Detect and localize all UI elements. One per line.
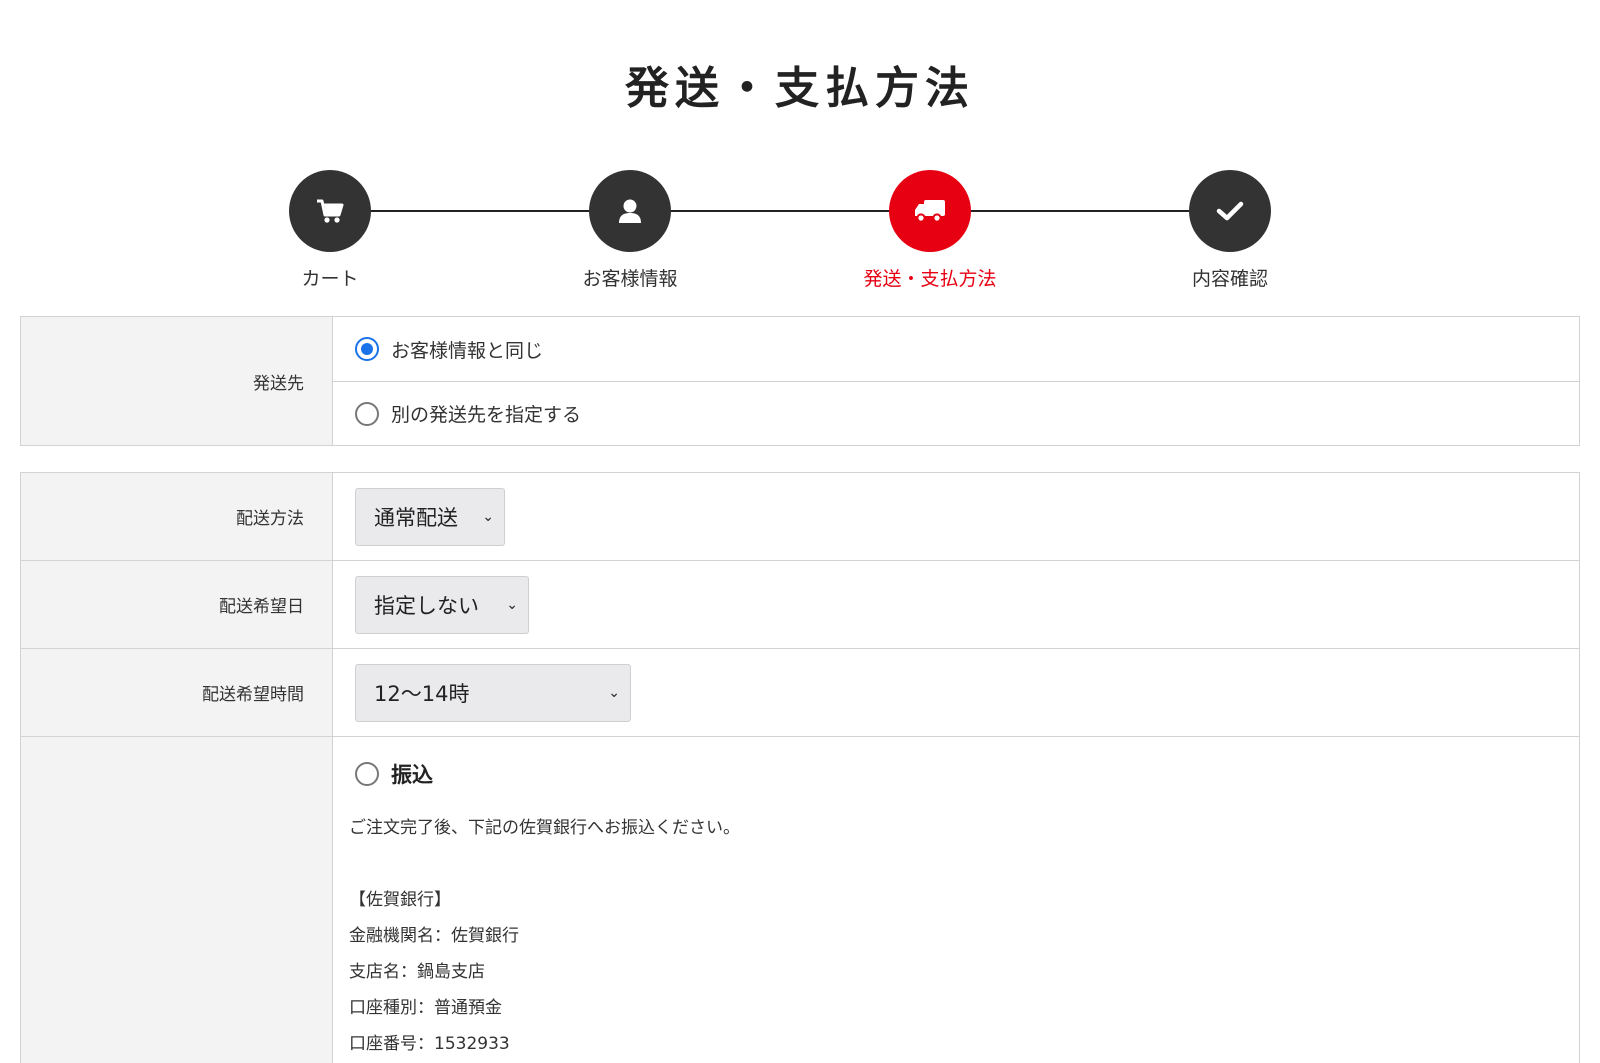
steps-connector-line xyxy=(338,210,1262,212)
destination-same-label: お客様情報と同じ xyxy=(391,339,544,362)
destination-other-option[interactable]: 別の発送先を指定する xyxy=(333,381,1579,445)
payment-options: 振込 ご注文完了後、下記の佐賀銀行へお振込ください。 【佐賀銀行】 金融機関名：… xyxy=(333,737,1579,1063)
step-customer-label: お客様情報 xyxy=(582,268,678,290)
delivery-method-select[interactable]: 通常配送 ⌄ xyxy=(355,487,505,546)
payment-transfer-option[interactable]: 振込 xyxy=(349,759,1579,789)
payment-description: ご注文完了後、下記の佐賀銀行へお振込ください。 xyxy=(349,818,740,838)
page-title: 発送・支払方法 xyxy=(625,63,975,114)
checkout-steps: カート お客様情報 発送・支払方法 内容確認 xyxy=(0,170,1600,290)
step-shipping-label: 発送・支払方法 xyxy=(863,268,997,290)
payment-row: 振込 ご注文完了後、下記の佐賀銀行へお振込ください。 【佐賀銀行】 金融機関名：… xyxy=(21,737,1579,1063)
step-shipping-circle xyxy=(889,170,971,252)
shipping-destination-table: 発送先 お客様情報と同じ 別の発送先を指定する xyxy=(20,316,1580,446)
shipping-destination-label: 発送先 xyxy=(21,317,333,445)
payment-label-cell xyxy=(21,737,333,1063)
destination-other-radio[interactable] xyxy=(355,401,379,426)
delivery-method-label: 配送方法 xyxy=(21,473,333,560)
step-customer-info: お客様情報 xyxy=(540,170,720,291)
user-icon xyxy=(619,199,641,223)
delivery-date-label: 配送希望日 xyxy=(21,561,333,648)
step-cart: カート xyxy=(240,170,420,291)
shipping-destination-row: 発送先 お客様情報と同じ 別の発送先を指定する xyxy=(21,317,1579,445)
chevron-down-icon: ⌄ xyxy=(482,508,494,525)
delivery-time-value: 12〜14時 xyxy=(374,681,470,706)
bank-info-line: 口座番号：1532933 xyxy=(349,1034,510,1054)
step-shipping-payment: 発送・支払方法 xyxy=(840,170,1020,291)
step-confirm-circle xyxy=(1189,170,1271,252)
step-confirm: 内容確認 xyxy=(1140,170,1320,291)
bank-info-line: 支店名：鍋島支店 xyxy=(349,962,485,982)
bank-info-line: 口座種別：普通預金 xyxy=(349,998,502,1018)
bank-info-line: 【佐賀銀行】 xyxy=(349,890,451,910)
payment-transfer-label: 振込 xyxy=(391,763,433,787)
check-icon xyxy=(1216,201,1244,221)
step-cart-label: カート xyxy=(301,268,359,290)
delivery-payment-table: 配送方法 通常配送 ⌄ 配送希望日 指定しない ⌄ 配送希望時間 12〜14時 … xyxy=(20,472,1580,1063)
step-cart-circle xyxy=(289,170,371,252)
step-customer-circle xyxy=(589,170,671,252)
delivery-time-label: 配送希望時間 xyxy=(21,649,333,736)
delivery-date-row: 配送希望日 指定しない ⌄ xyxy=(21,561,1579,649)
payment-transfer-radio[interactable] xyxy=(355,762,379,786)
delivery-method-value: 通常配送 xyxy=(374,505,458,530)
bank-info: 【佐賀銀行】 金融機関名：佐賀銀行 支店名：鍋島支店 口座種別：普通預金 口座番… xyxy=(349,882,1579,1062)
delivery-date-select[interactable]: 指定しない ⌄ xyxy=(355,575,529,634)
cart-icon xyxy=(317,199,344,223)
delivery-method-row: 配送方法 通常配送 ⌄ xyxy=(21,473,1579,561)
delivery-time-row: 配送希望時間 12〜14時 ⌄ xyxy=(21,649,1579,737)
delivery-date-value: 指定しない xyxy=(374,593,479,618)
bank-info-line: 金融機関名：佐賀銀行 xyxy=(349,926,519,946)
chevron-down-icon: ⌄ xyxy=(506,596,518,613)
truck-icon xyxy=(915,200,945,223)
delivery-time-select[interactable]: 12〜14時 ⌄ xyxy=(355,663,631,722)
shipping-destination-options: お客様情報と同じ 別の発送先を指定する xyxy=(333,317,1579,445)
chevron-down-icon: ⌄ xyxy=(608,684,620,701)
destination-same-radio[interactable] xyxy=(355,337,379,361)
step-confirm-label: 内容確認 xyxy=(1191,268,1268,290)
destination-other-label: 別の発送先を指定する xyxy=(391,404,582,426)
destination-same-option[interactable]: お客様情報と同じ xyxy=(333,317,1579,381)
